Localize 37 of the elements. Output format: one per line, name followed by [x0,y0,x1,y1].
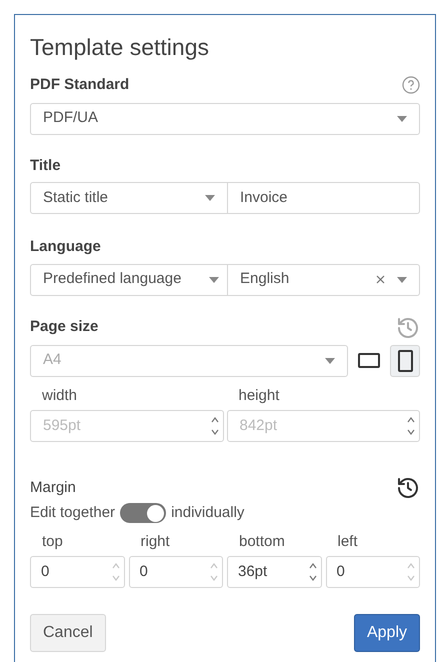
field-label: left [336,532,359,552]
select-field[interactable]: Static title [30,182,228,214]
field-label: Page size [30,317,98,338]
number-field[interactable]: 36pt [227,556,322,588]
toggle-label: individually [171,503,244,523]
spinner-icon[interactable] [407,415,415,437]
apply-button[interactable]: Apply [354,614,420,652]
clear-icon[interactable] [376,275,385,284]
field-label: top [41,532,64,552]
field-label: width [41,386,78,406]
help-icon[interactable] [402,76,420,94]
reset-icon[interactable] [396,476,420,500]
caret-icon [397,276,407,282]
field-label: Language [30,237,102,257]
cancel-button[interactable]: Cancel [30,614,106,652]
caret-icon [325,358,335,364]
field-label: right [140,532,171,552]
number-field[interactable]: 0 [128,556,223,588]
toggle-label: Edit together [30,503,116,523]
select-field[interactable]: English [228,264,420,296]
input-field[interactable]: Invoice [228,182,420,214]
field-label: Margin [30,478,76,498]
caret-icon [397,116,407,122]
caret-icon [205,195,215,201]
spinner-icon[interactable] [210,415,218,437]
field-label: bottom [238,532,286,552]
number-field[interactable]: 0 [326,556,420,588]
field-label: PDF Standard [30,75,130,95]
caret-icon [209,276,219,282]
number-field[interactable]: 0 [30,556,124,588]
field-label: Title [30,156,62,176]
select-field[interactable]: Predefined language [30,264,228,296]
spinner-icon[interactable] [308,561,316,583]
field-label: height [238,386,280,406]
select-field[interactable]: PDF/UA [30,102,420,134]
dialog-title: Template settings [30,33,210,61]
toggle-switch[interactable] [120,503,166,524]
